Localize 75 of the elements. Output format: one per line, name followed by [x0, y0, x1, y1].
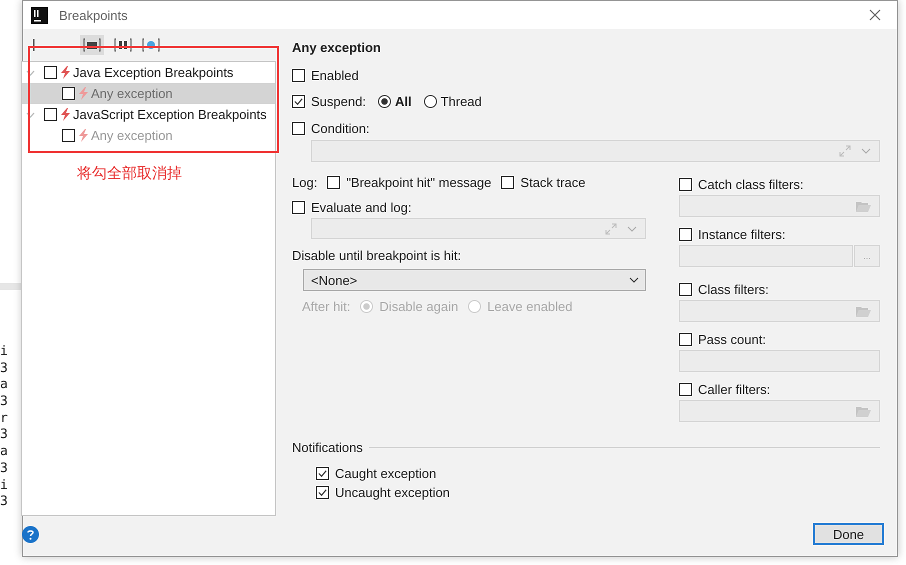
console-text: r [0, 410, 9, 428]
annotation-text: 将勾全部取消掉 [77, 164, 182, 184]
console-text: a [0, 377, 9, 394]
radio-label: Thread [440, 94, 482, 109]
checkbox[interactable] [44, 66, 57, 80]
radio-button[interactable] [424, 94, 437, 108]
checkbox[interactable] [679, 178, 692, 191]
tree-item[interactable]: Java Exception Breakpoints [22, 62, 275, 84]
help-icon[interactable] [22, 526, 39, 543]
console-text: a [0, 444, 9, 461]
field-label: After hit: [302, 298, 350, 314]
checkbox-label: Uncaught exception [335, 484, 450, 500]
window-title: Breakpoints [59, 8, 129, 23]
filter-field[interactable] [679, 350, 880, 372]
chevron-icon[interactable] [26, 70, 35, 76]
checkbox-label: Class filters: [698, 282, 769, 297]
radio-label: Leave enabled [487, 298, 573, 314]
checkbox-label: Enabled [311, 68, 359, 83]
checkbox-label: Pass count: [698, 332, 766, 347]
checkbox-label: Catch class filters: [698, 176, 804, 192]
checkbox[interactable] [679, 228, 692, 241]
log-label: Log: [292, 174, 318, 190]
checkbox-label: "Breakpoint hit" message [346, 174, 492, 190]
checkbox[interactable] [316, 466, 329, 480]
group-icon[interactable] [80, 35, 104, 56]
radio-button[interactable] [378, 94, 391, 108]
checkbox[interactable] [292, 122, 305, 135]
checkbox-label: Caught exception [335, 466, 436, 481]
checkbox-label: Instance filters: [698, 226, 786, 242]
radio-label: All [394, 94, 412, 109]
section-title: Any exception [292, 40, 382, 56]
section-title: Notifications [292, 440, 363, 455]
checkbox-label: Stack trace [520, 174, 586, 190]
group-icon[interactable] [142, 38, 160, 52]
done-button[interactable]: Done [813, 523, 884, 546]
console-text: 3 [0, 360, 9, 378]
console-text: 3 [0, 460, 9, 478]
checkbox[interactable] [327, 176, 340, 189]
console-text: 3 [0, 494, 9, 511]
app-icon [31, 6, 48, 24]
filter-field[interactable] [679, 245, 853, 268]
filter-field[interactable] [679, 300, 880, 322]
close-icon[interactable] [869, 9, 881, 22]
console-text: i [0, 344, 9, 361]
checkbox[interactable] [679, 382, 692, 396]
breakpoint-dropdown[interactable]: <None> [303, 269, 646, 292]
radio-label: Disable again [379, 298, 458, 314]
checkbox[interactable] [292, 68, 305, 82]
checkbox[interactable] [44, 108, 57, 122]
checkbox-label: Evaluate and log: [311, 200, 412, 215]
checkbox[interactable] [292, 94, 305, 108]
console-text: 3 [0, 394, 9, 411]
chevron-icon[interactable] [26, 112, 35, 118]
checkbox-label: Suspend: [311, 94, 366, 109]
console-text: i [0, 478, 9, 494]
checkbox[interactable] [62, 87, 75, 100]
filter-field[interactable] [679, 400, 880, 422]
field-label: Disable until breakpoint is hit: [292, 247, 462, 264]
lightning-icon [78, 129, 89, 142]
lightning-icon [60, 66, 71, 80]
chevron-icon [629, 277, 639, 284]
tree-item[interactable]: JavaScript Exception Breakpoints [22, 104, 275, 126]
console-text: 3 [0, 427, 9, 444]
checkbox[interactable] [501, 176, 514, 189]
checkbox[interactable] [62, 129, 75, 142]
lightning-icon [60, 108, 71, 122]
checkbox[interactable] [679, 332, 692, 346]
checkbox[interactable] [316, 486, 329, 499]
checkbox-label: Caller filters: [698, 382, 770, 397]
checkbox[interactable] [679, 282, 692, 296]
filter-field[interactable] [679, 195, 880, 218]
lightning-icon [78, 87, 89, 100]
checkbox[interactable] [292, 200, 305, 214]
checkbox-label: Condition: [311, 120, 370, 136]
group-icon[interactable] [114, 38, 132, 52]
